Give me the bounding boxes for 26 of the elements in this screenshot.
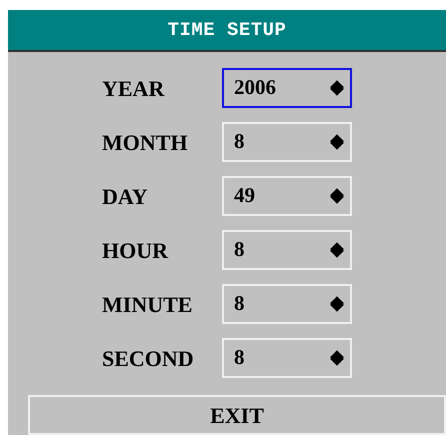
- spin-field[interactable]: 8: [222, 284, 352, 324]
- spin-icon[interactable]: [330, 134, 344, 150]
- field-label: DAY: [102, 182, 149, 210]
- field-label: MINUTE: [102, 290, 194, 318]
- field-label: MONTH: [102, 128, 189, 156]
- spin-field[interactable]: 49: [222, 176, 352, 216]
- spin-icon[interactable]: [330, 296, 344, 312]
- spin-icon[interactable]: [330, 242, 344, 258]
- field-label: SECOND: [102, 344, 195, 372]
- spin-field[interactable]: 8: [222, 230, 352, 270]
- field-value: 49: [234, 182, 255, 210]
- spin-icon[interactable]: [330, 188, 344, 204]
- spin-field[interactable]: 8: [222, 338, 352, 378]
- spin-icon[interactable]: [330, 80, 344, 96]
- spin-field[interactable]: 2006: [222, 68, 352, 108]
- field-value: 2006: [234, 74, 276, 102]
- field-value: 8: [234, 344, 244, 372]
- field-value: 8: [234, 290, 244, 318]
- field-value: 8: [234, 128, 244, 156]
- exit-button[interactable]: EXIT: [28, 395, 446, 435]
- field-value: 8: [234, 236, 244, 264]
- spin-field[interactable]: 8: [222, 122, 352, 162]
- field-label: YEAR: [102, 74, 166, 102]
- spin-icon[interactable]: [330, 350, 344, 366]
- field-label: HOUR: [102, 236, 170, 264]
- dialog-title: TIME SETUP: [168, 18, 286, 43]
